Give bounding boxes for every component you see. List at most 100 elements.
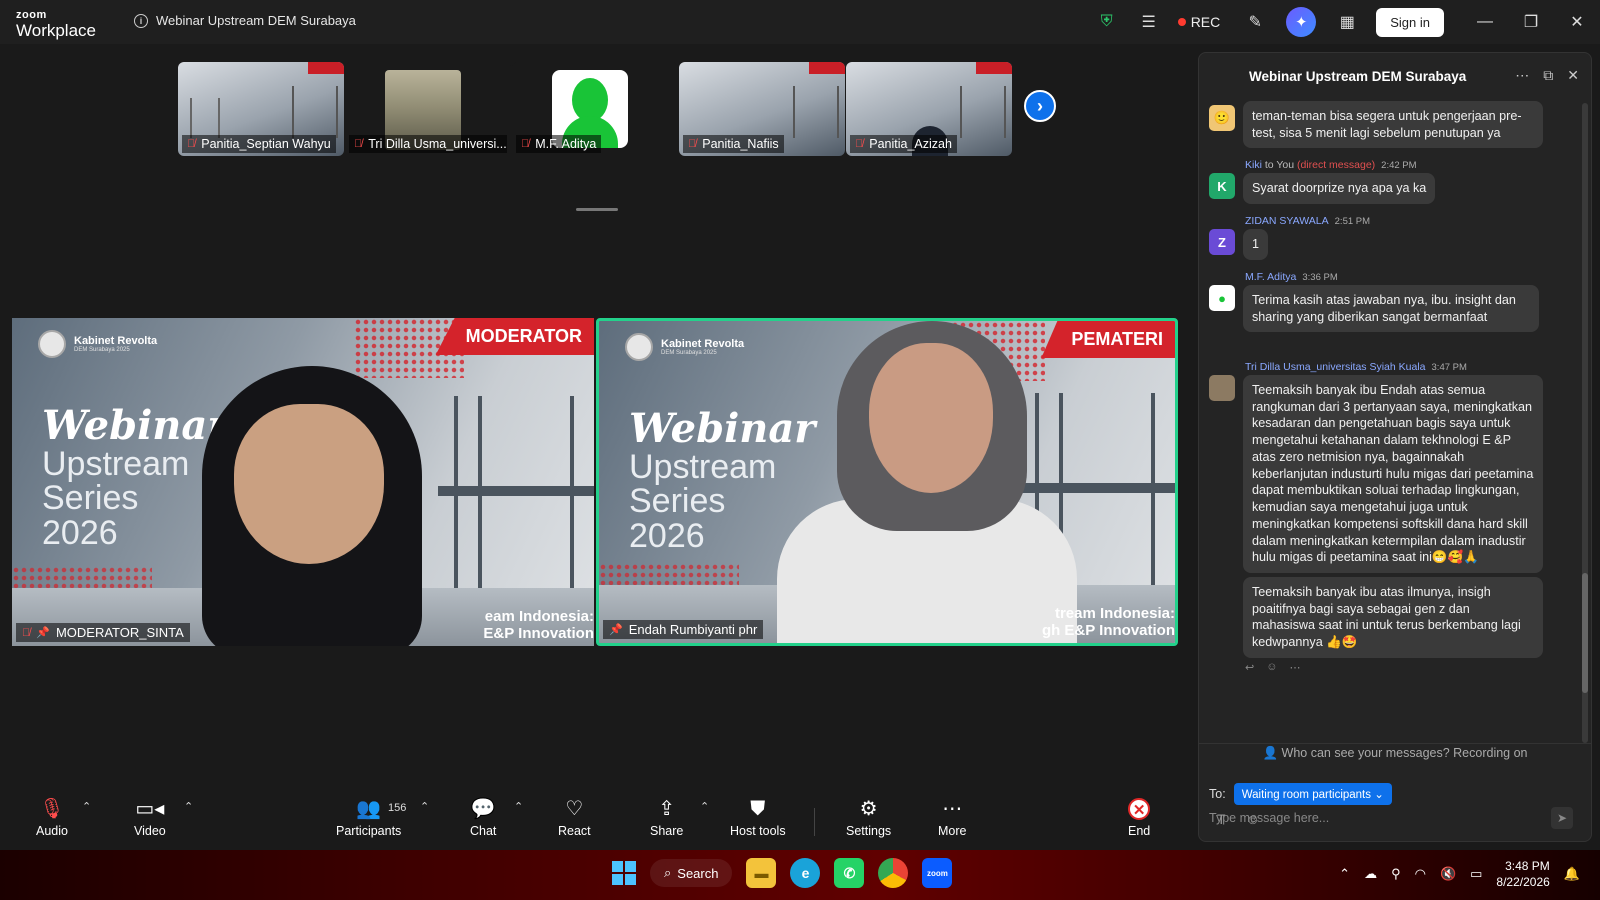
message-time: 3:47 PM	[1431, 362, 1467, 373]
security-shield-icon[interactable]: ⛨	[1096, 11, 1118, 33]
apps-grid-icon[interactable]: ▦	[1336, 11, 1358, 33]
location-icon[interactable]: ⚲	[1391, 866, 1401, 882]
minimize-icon[interactable]: —	[1462, 0, 1508, 44]
whatsapp-icon[interactable]: ✆	[834, 858, 865, 888]
thumbnail-label: 🎙̸ M.F. Aditya	[516, 135, 602, 153]
chat-title: Webinar Upstream DEM Surabaya	[1249, 69, 1467, 84]
participants-icon: 👥	[356, 798, 382, 820]
clock[interactable]: 3:48 PM 8/22/2026	[1496, 858, 1549, 890]
chat-button[interactable]: 💬 Chat	[470, 798, 496, 838]
message-text[interactable]: teman-teman bisa segera untuk pengerjaan…	[1243, 101, 1543, 149]
message-text[interactable]: Teemaksih banyak ibu Endah atas semua ra…	[1243, 375, 1543, 574]
wifi-icon[interactable]: ◠	[1415, 866, 1426, 882]
participant-name: Panitia_Nafiis	[702, 137, 779, 151]
more-dots-icon[interactable]: ⋯	[1289, 661, 1300, 674]
thumbnail-tile[interactable]: 🎙̸ Panitia_Nafiis	[679, 62, 845, 156]
message-list[interactable]: 🙂 teman-teman bisa segera untuk pengerja…	[1199, 101, 1579, 731]
sender-name[interactable]: Tri Dilla Usma_universitas Syiah Kuala	[1245, 361, 1426, 373]
message-time: 2:42 PM	[1381, 160, 1417, 171]
end-meeting-button[interactable]: ✕ End	[1128, 798, 1150, 838]
search-label: Search	[677, 865, 719, 881]
reply-icon[interactable]: ↩	[1245, 661, 1254, 674]
video-button[interactable]: ▭◂ Video	[134, 798, 166, 838]
share-button[interactable]: ⇪ Share	[650, 798, 683, 838]
more-options-icon[interactable]: ⋯	[1515, 67, 1529, 84]
sign-in-button[interactable]: Sign in	[1376, 7, 1444, 37]
close-window-icon[interactable]: ✕	[1554, 0, 1600, 44]
more-button[interactable]: ⋯ More	[938, 798, 966, 838]
next-page-chevron-icon[interactable]: ›	[1024, 90, 1056, 122]
info-icon[interactable]: i	[134, 13, 148, 28]
recording-indicator[interactable]: REC	[1177, 14, 1220, 30]
video-name-label: 📌 Endah Rumbiyanti phr	[603, 620, 764, 639]
share-caret-icon[interactable]: ⌃	[700, 800, 709, 813]
zoom-app-icon[interactable]: zoom	[922, 858, 953, 888]
emoji-icon[interactable]: ☺	[1246, 811, 1260, 827]
privacy-note[interactable]: 👤 Who can see your messages? Recording o…	[1199, 746, 1591, 761]
cloud-icon[interactable]: ☁	[1364, 866, 1377, 882]
message-text[interactable]: Teemaksih banyak ibu atas ilmunya, insig…	[1243, 577, 1543, 658]
scroll-thumb[interactable]	[1582, 573, 1588, 693]
whiteboard-pen-icon[interactable]: ✎	[1244, 11, 1266, 33]
video-tile-moderator[interactable]: Kabinet Revolta DEM Surabaya 2025 MODERAT…	[12, 318, 594, 646]
chat-label: Chat	[470, 824, 497, 838]
message-text[interactable]: Syarat doorprize nya apa ya ka	[1243, 173, 1436, 204]
divider	[1199, 743, 1591, 744]
settings-button[interactable]: ⚙ Settings	[846, 798, 891, 838]
message-text[interactable]: Terima kasih atas jawaban nya, ibu. insi…	[1243, 285, 1539, 333]
edge-browser-icon[interactable]: e	[790, 858, 821, 888]
file-explorer-icon[interactable]: ▬	[746, 858, 777, 888]
participants-count: 156	[388, 802, 407, 814]
rig-graphic	[793, 86, 839, 138]
video-tile-speaker[interactable]: Kabinet Revolta DEM Surabaya 2025 PEMATER…	[596, 318, 1178, 646]
react-button[interactable]: ♡ React	[558, 798, 591, 838]
role-tag: PEMATERI	[1041, 321, 1175, 358]
windows-start-icon[interactable]	[612, 861, 636, 885]
thumbnail-tile[interactable]: 🎙̸ Tri Dilla Usma_universi...	[345, 62, 511, 156]
audio-button[interactable]: 🎙 Audio	[36, 798, 68, 838]
sender-avatar: Z	[1209, 229, 1235, 255]
thumbnail-tile[interactable]: 🎙̸ Panitia_Septian Wahyu	[178, 62, 344, 156]
title-bar-actions: ⛨ ☰ REC ✎ ✦ ▦ Sign in — ❐ ✕	[1086, 0, 1600, 44]
notification-bell-icon[interactable]: 🔔	[1564, 866, 1580, 882]
add-reaction-icon[interactable]: ☺	[1266, 661, 1277, 674]
rig-graphic	[960, 86, 1006, 138]
toolbar-divider	[814, 808, 815, 836]
sender-name[interactable]: ZIDAN SYAWALA	[1245, 215, 1329, 227]
message-text[interactable]: 1	[1243, 229, 1269, 260]
thumbnail-tile[interactable]: 🎙̸ M.F. Aditya	[512, 62, 678, 156]
restore-icon[interactable]: ❐	[1508, 0, 1554, 44]
thumbnail-label: 🎙̸ Panitia_Septian Wahyu	[182, 135, 336, 153]
participants-caret-icon[interactable]: ⌃	[420, 800, 429, 813]
audio-label: Audio	[36, 824, 68, 838]
taskbar-search[interactable]: ⌕ Search	[650, 859, 733, 887]
volume-muted-icon[interactable]: 🔇	[1440, 866, 1456, 882]
thumbnail-tile[interactable]: 🎙̸ Panitia_Azizah	[846, 62, 1012, 156]
pop-out-icon[interactable]: ⧉	[1543, 67, 1553, 84]
recipient-dropdown[interactable]: Waiting room participants ⌄	[1233, 783, 1392, 805]
send-icon[interactable]: ➤	[1551, 807, 1573, 829]
chat-caret-icon[interactable]: ⌃	[514, 800, 523, 813]
tray-chevron-icon[interactable]: ⌃	[1339, 866, 1350, 882]
notes-icon[interactable]: ☰	[1138, 11, 1160, 33]
sender-name[interactable]: Kiki	[1245, 159, 1262, 171]
text-format-icon[interactable]: T	[1217, 811, 1226, 827]
chrome-icon[interactable]	[878, 858, 909, 888]
ai-companion-icon[interactable]: ✦	[1286, 7, 1317, 37]
battery-icon[interactable]: ▭	[1470, 866, 1482, 882]
os-taskbar: ⌕ Search ▬ e ✆ zoom ⌃ ☁ ⚲ ◠ 🔇 ▭ 3:48 PM 8/…	[0, 850, 1600, 900]
rec-dot-icon	[1177, 18, 1186, 26]
chat-scrollbar[interactable]	[1582, 103, 1588, 743]
audio-options-caret-icon[interactable]: ⌃	[82, 800, 91, 813]
dm-label: (direct message)	[1296, 159, 1376, 171]
photo-avatar	[1209, 375, 1235, 401]
host-tools-button[interactable]: ⛊ Host tools	[730, 798, 786, 838]
message-actions: ↩ ☺ ⋯	[1245, 661, 1300, 674]
mic-muted-icon: 🎙̸	[521, 138, 530, 150]
sender-name[interactable]: M.F. Aditya	[1245, 271, 1296, 283]
meeting-stage: 🎙̸ Panitia_Septian Wahyu 🎙̸ Tri Dilla Usma…	[0, 44, 1180, 790]
strip-scroll-indicator[interactable]	[576, 208, 618, 211]
close-chat-icon[interactable]: ✕	[1567, 67, 1579, 84]
pin-icon: 📌	[609, 624, 623, 636]
video-options-caret-icon[interactable]: ⌃	[184, 800, 193, 813]
